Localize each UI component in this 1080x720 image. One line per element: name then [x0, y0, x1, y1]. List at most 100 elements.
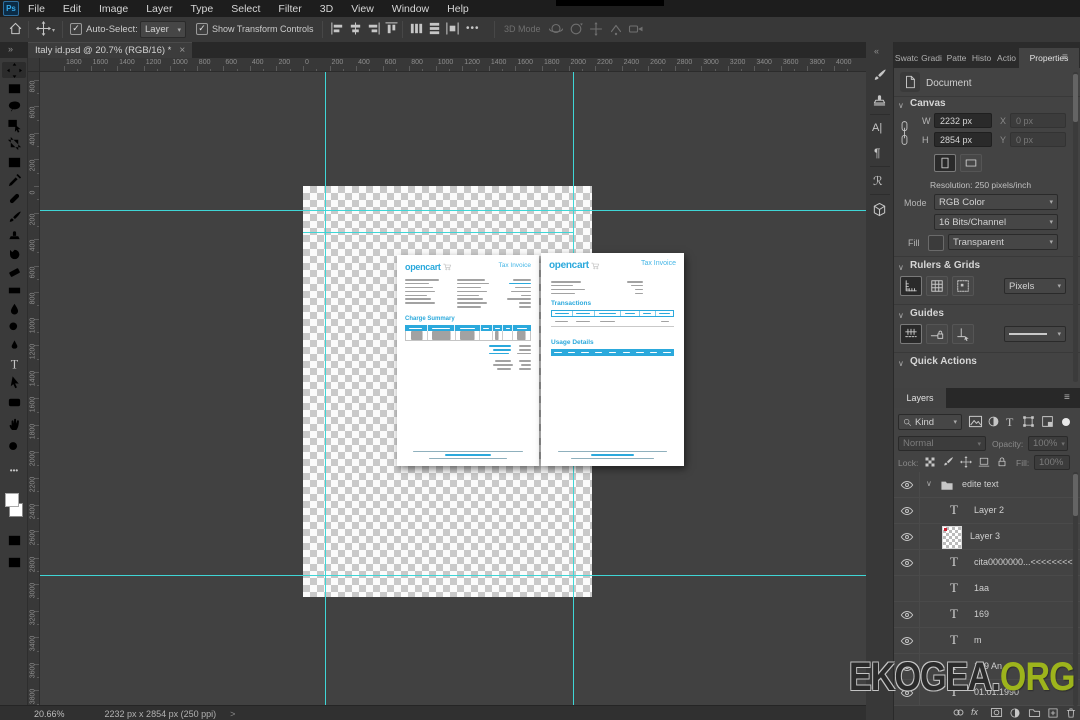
- layer-row-2[interactable]: Layer 3: [894, 524, 1080, 550]
- shape-tool-icon[interactable]: [5, 394, 23, 410]
- panel-tab-gradi[interactable]: Gradi: [919, 48, 944, 68]
- status-caret-icon[interactable]: >: [230, 709, 235, 719]
- layer-effects-icon[interactable]: fx: [971, 707, 978, 717]
- link-layers-icon[interactable]: [952, 707, 965, 718]
- 3d-panel-icon[interactable]: [872, 202, 887, 217]
- properties-scrollbar[interactable]: [1073, 72, 1078, 382]
- align-left-icon[interactable]: [330, 21, 345, 36]
- filter-adjustment-layers-icon[interactable]: [987, 415, 1000, 428]
- tab-close-icon[interactable]: ×: [179, 45, 185, 56]
- horizontal-guide[interactable]: [303, 232, 574, 233]
- panel-tab-patte[interactable]: Patte: [944, 48, 969, 68]
- type-tool-icon[interactable]: T: [5, 356, 23, 372]
- menu-item-filter[interactable]: Filter: [269, 3, 310, 15]
- layer-name[interactable]: edite text: [962, 479, 999, 489]
- portrait-orientation-button[interactable]: [934, 154, 956, 172]
- lock-position-icon[interactable]: [960, 456, 972, 468]
- layer-name[interactable]: cita0000000...<<<<<<<<0 d: [974, 557, 1080, 567]
- healing-brush-tool-icon[interactable]: [5, 191, 23, 207]
- document-tab[interactable]: Italy id.psd @ 20.7% (RGB/16) * ×: [28, 42, 193, 58]
- layer-row-0[interactable]: ∨ edite text: [894, 472, 1080, 498]
- quick-actions-header[interactable]: Quick Actions: [910, 356, 977, 367]
- fill-dropdown[interactable]: Transparent ▾: [948, 234, 1058, 250]
- layer-name[interactable]: 169: [974, 609, 989, 619]
- group-chevron-icon[interactable]: ∨: [926, 479, 932, 488]
- layer-filter-dropdown[interactable]: Kind ▾: [898, 414, 962, 430]
- menu-item-view[interactable]: View: [342, 3, 383, 15]
- layer-visibility-toggle[interactable]: [894, 498, 920, 523]
- layer-name[interactable]: 1aa: [974, 583, 989, 593]
- toggle-pixel-grid-button[interactable]: [952, 276, 974, 296]
- brush-settings-panel-icon[interactable]: [872, 68, 887, 83]
- blur-tool-icon[interactable]: [5, 301, 23, 317]
- menu-item-select[interactable]: Select: [222, 3, 269, 15]
- paragraph-panel-icon[interactable]: ¶: [874, 146, 880, 160]
- layer-visibility-toggle[interactable]: [894, 524, 920, 549]
- smart-guides-button[interactable]: [952, 324, 974, 344]
- filter-pixel-layers-icon[interactable]: [968, 415, 983, 428]
- crop-tool-icon[interactable]: [5, 136, 23, 152]
- fill-swatch[interactable]: [928, 235, 944, 251]
- menu-item-file[interactable]: File: [19, 3, 54, 15]
- zoom-tool-icon[interactable]: [5, 439, 23, 455]
- menu-item-type[interactable]: Type: [181, 3, 222, 15]
- add-mask-icon[interactable]: [990, 707, 1003, 718]
- lock-guides-button[interactable]: [926, 324, 948, 344]
- landscape-orientation-button[interactable]: [960, 154, 982, 172]
- layer-row-3[interactable]: Tcita0000000...<<<<<<<<0 d: [894, 550, 1080, 576]
- history-brush-tool-icon[interactable]: [5, 246, 23, 262]
- vertical-ruler[interactable]: 800 600 400 200 0 200 400 600 800 1000 1200 1400 160…: [28, 72, 40, 705]
- dock-collapse-icon[interactable]: «: [874, 46, 879, 56]
- menu-item-help[interactable]: Help: [438, 3, 478, 15]
- distribute-left-icon[interactable]: [445, 21, 460, 36]
- pen-tool-icon[interactable]: [5, 338, 23, 354]
- link-dimensions-icon[interactable]: [898, 120, 911, 146]
- show-transform-checkbox[interactable]: ✓: [196, 23, 208, 35]
- auto-select-target-dropdown[interactable]: Layer ▾: [140, 21, 186, 38]
- zoom-level-field[interactable]: 20.66%: [34, 709, 65, 719]
- clone-stamp-tool-icon[interactable]: [5, 228, 23, 244]
- rulers-grids-header[interactable]: Rulers & Grids: [910, 260, 980, 271]
- frame-tool-icon[interactable]: [5, 154, 23, 170]
- dodge-tool-icon[interactable]: [5, 320, 23, 336]
- more-options-icon[interactable]: •••: [466, 23, 480, 34]
- canvas-area[interactable]: opencart Tax Invoice Charge Summary open…: [40, 72, 866, 705]
- toggle-rulers-button[interactable]: [900, 276, 922, 296]
- layer-visibility-toggle[interactable]: [894, 472, 920, 497]
- layer-visibility-toggle[interactable]: [894, 550, 920, 575]
- path-selection-tool-icon[interactable]: [5, 375, 23, 391]
- layer-visibility-toggle[interactable]: [894, 628, 920, 653]
- photoshop-logo-icon[interactable]: Ps: [3, 1, 19, 16]
- distribute-horizontal-icon[interactable]: [409, 21, 424, 36]
- clone-source-panel-icon[interactable]: [872, 92, 887, 107]
- filter-type-layers-icon[interactable]: T: [1006, 415, 1013, 430]
- toggle-grid-button[interactable]: [926, 276, 948, 296]
- canvas-section-chevron-icon[interactable]: ∨: [898, 101, 904, 110]
- layer-row-4[interactable]: T 1aa: [894, 576, 1080, 602]
- lock-paint-icon[interactable]: [942, 456, 954, 468]
- object-selection-tool-icon[interactable]: [5, 117, 23, 133]
- guides-header[interactable]: Guides: [910, 308, 944, 319]
- eraser-tool-icon[interactable]: [5, 264, 23, 280]
- hand-tool-icon[interactable]: [5, 416, 23, 432]
- new-group-icon[interactable]: [1028, 707, 1041, 718]
- layers-menu-icon[interactable]: ≡: [1064, 392, 1070, 403]
- align-center-icon[interactable]: [348, 21, 363, 36]
- filter-smart-objects-icon[interactable]: [1041, 415, 1054, 428]
- units-dropdown[interactable]: Pixels ▾: [1004, 278, 1066, 294]
- eyedropper-tool-icon[interactable]: [5, 172, 23, 188]
- foreground-background-swatches[interactable]: [5, 490, 23, 518]
- guides-chevron-icon[interactable]: ∨: [898, 311, 904, 320]
- layer-row-5[interactable]: T 169: [894, 602, 1080, 628]
- width-field[interactable]: 2232 px: [934, 113, 992, 128]
- menu-item-3d[interactable]: 3D: [311, 3, 342, 15]
- home-icon[interactable]: [8, 21, 23, 36]
- quick-mask-icon[interactable]: [5, 532, 23, 548]
- bit-depth-dropdown[interactable]: 16 Bits/Channel ▾: [934, 214, 1058, 230]
- layer-thumbnail[interactable]: [942, 526, 962, 549]
- distribute-vertical-icon[interactable]: [427, 21, 442, 36]
- horizontal-guide[interactable]: [40, 575, 866, 576]
- color-mode-dropdown[interactable]: RGB Color ▾: [934, 194, 1058, 210]
- guide-style-dropdown[interactable]: ▾: [1004, 326, 1066, 342]
- panel-tab-actio[interactable]: Actio: [994, 48, 1019, 68]
